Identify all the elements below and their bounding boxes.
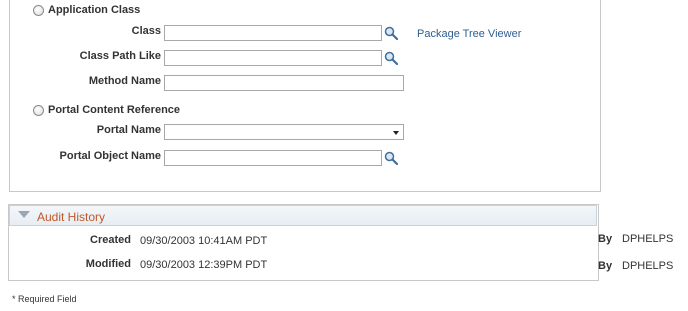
class-label: Class [131,25,161,37]
modified-label: Modified [85,258,131,270]
package-tree-viewer-link[interactable]: Package Tree Viewer [417,28,521,40]
created-value: 09/30/2003 10:41AM PDT [140,235,268,247]
modified-value: 09/30/2003 12:39PM PDT [140,259,268,271]
portal-content-reference-label: Portal Content Reference [48,104,181,116]
portal-name-label: Portal Name [96,124,161,136]
required-field-note: * Required Field [12,294,77,304]
triangle-down-icon[interactable] [18,211,30,218]
portal-object-lookup-icon[interactable] [384,151,398,165]
method-name-input[interactable] [164,75,404,91]
created-label: Created [90,234,131,246]
class-path-lookup-icon[interactable] [384,51,398,65]
application-class-radio[interactable] [33,5,44,16]
audit-history-title: Audit History [37,210,106,224]
created-by-label: By [598,233,613,245]
portal-name-select[interactable] [164,124,404,140]
portal-object-name-input[interactable] [164,150,382,166]
class-lookup-icon[interactable] [384,26,398,40]
audit-history-header[interactable]: Audit History [9,205,597,226]
class-path-label: Class Path Like [79,50,161,62]
class-path-input[interactable] [164,50,382,66]
chevron-down-icon [393,131,399,135]
application-class-radio-label: Application Class [48,4,141,16]
modified-by-label: By [598,260,613,272]
method-name-label: Method Name [88,75,161,87]
portal-object-name-label: Portal Object Name [59,150,161,162]
created-by-value: DPHELPS [622,233,674,245]
class-input[interactable] [164,25,382,41]
modified-by-value: DPHELPS [622,260,674,272]
portal-content-reference-radio[interactable] [33,105,44,116]
